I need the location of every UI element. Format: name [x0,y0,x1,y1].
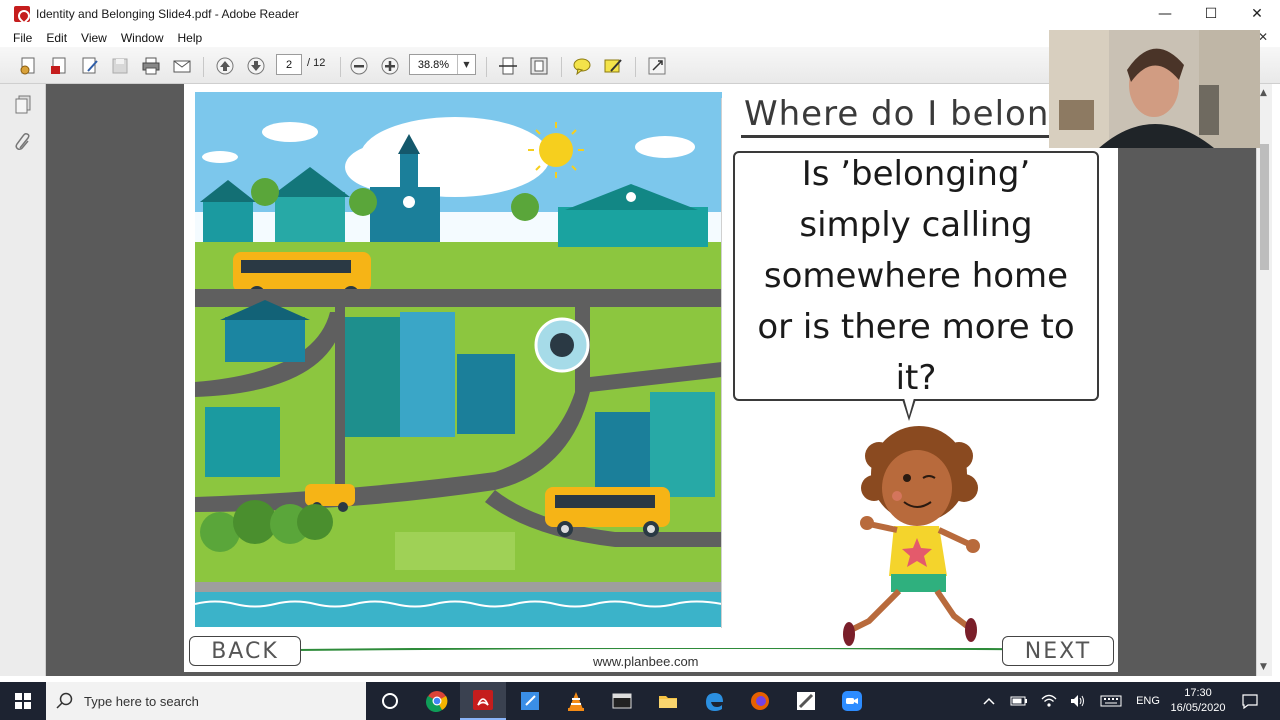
city-illustration [195,92,722,627]
webcam-video [1049,30,1260,148]
menu-window[interactable]: Window [114,31,171,45]
clock-time: 17:30 [1184,687,1212,699]
toolbar-separator [561,57,562,77]
maximize-button[interactable]: ☐ [1188,0,1234,28]
edit-icon[interactable] [79,55,101,77]
zoom-in-icon[interactable] [379,55,401,77]
adobe-reader-taskbar-icon[interactable] [460,682,506,720]
print-icon[interactable] [140,55,162,77]
zoom-icon[interactable] [829,682,875,720]
cortana-icon[interactable] [367,682,413,720]
page-up-icon[interactable] [214,55,236,77]
taskbar-search[interactable]: Type here to search [46,682,366,720]
comment-icon[interactable] [571,55,593,77]
toolbar-separator [486,57,487,77]
chrome-icon[interactable] [414,682,460,720]
menu-file[interactable]: File [6,31,39,45]
scrollbar-thumb[interactable] [1260,144,1269,270]
save-icon[interactable] [109,55,131,77]
pdf-page: Where do I belon Is ’belonging’ simply c… [184,84,1118,672]
pages-panel-icon[interactable] [14,94,34,114]
language-indicator[interactable]: ENG [1132,682,1164,720]
notifications-icon[interactable] [1236,682,1264,720]
slide-title: Where do I belon [744,94,1050,134]
chevron-down-icon[interactable]: ▼ [457,55,475,74]
scroll-down-icon[interactable]: ▼ [1260,662,1267,672]
girl-character [843,426,980,646]
menu-view[interactable]: View [74,31,114,45]
page-number-input[interactable]: 2 [276,54,302,75]
navigation-pane [0,84,46,676]
email-icon[interactable] [171,55,193,77]
zoom-select[interactable]: 38.8% ▼ [409,54,476,75]
toolbar-separator [203,57,204,77]
page-down-icon[interactable] [245,55,267,77]
vertical-scrollbar[interactable]: ▲ ▼ [1256,84,1272,676]
window-title: Identity and Belonging Slide4.pdf - Adob… [36,7,299,21]
minimize-button[interactable]: — [1142,0,1188,28]
create-icon[interactable] [17,55,39,77]
title-underline [741,135,1061,138]
expand-icon[interactable] [646,55,668,77]
edge-icon[interactable] [691,682,737,720]
chevron-up-icon[interactable] [978,682,1000,720]
scroll-up-icon[interactable]: ▲ [1260,88,1267,98]
speech-bubble: Is ’belonging’ simply calling somewhere … [733,151,1099,401]
slide-divider [721,98,722,628]
menu-help[interactable]: Help [171,31,210,45]
close-button[interactable]: ✕ [1234,0,1280,28]
taskbar-clock[interactable]: 17:30 16/05/2020 [1168,686,1228,716]
pencil-app-icon[interactable] [783,682,829,720]
menu-edit[interactable]: Edit [39,31,74,45]
keyboard-icon[interactable] [1097,682,1125,720]
toolbar-separator [635,57,636,77]
page-total: / 12 [307,57,326,69]
adobe-reader-icon [14,6,30,22]
wifi-icon[interactable] [1038,682,1060,720]
speech-bubble-tail [902,398,916,421]
fit-page-icon[interactable] [528,55,550,77]
slide-question: Is ’belonging’ simply calling somewhere … [757,153,1075,398]
decorative-line [296,648,1106,651]
zoom-out-icon[interactable] [348,55,370,77]
back-button[interactable]: BACK [189,636,301,666]
search-placeholder: Type here to search [84,693,199,709]
website-url: www.planbee.com [593,654,699,669]
taskbar: Type here to search ENG 17:30 16/05/2020 [0,682,1280,720]
pdf-icon[interactable] [48,55,70,77]
sign-icon[interactable] [602,55,624,77]
file-explorer-icon[interactable] [645,682,691,720]
search-icon [56,692,73,709]
battery-icon[interactable] [1008,682,1030,720]
attachments-icon[interactable] [14,132,34,152]
notepad-icon[interactable] [507,682,553,720]
firefox-icon[interactable] [737,682,783,720]
media-icon[interactable] [599,682,645,720]
fit-width-icon[interactable] [497,55,519,77]
zoom-value[interactable]: 38.8% [410,59,457,71]
next-button[interactable]: NEXT [1002,636,1114,666]
vlc-icon[interactable] [553,682,599,720]
clock-date: 16/05/2020 [1170,702,1226,714]
windows-start-icon[interactable] [0,682,46,720]
title-bar: Identity and Belonging Slide4.pdf - Adob… [0,0,1280,28]
toolbar-separator [340,57,341,77]
volume-icon[interactable] [1067,682,1089,720]
